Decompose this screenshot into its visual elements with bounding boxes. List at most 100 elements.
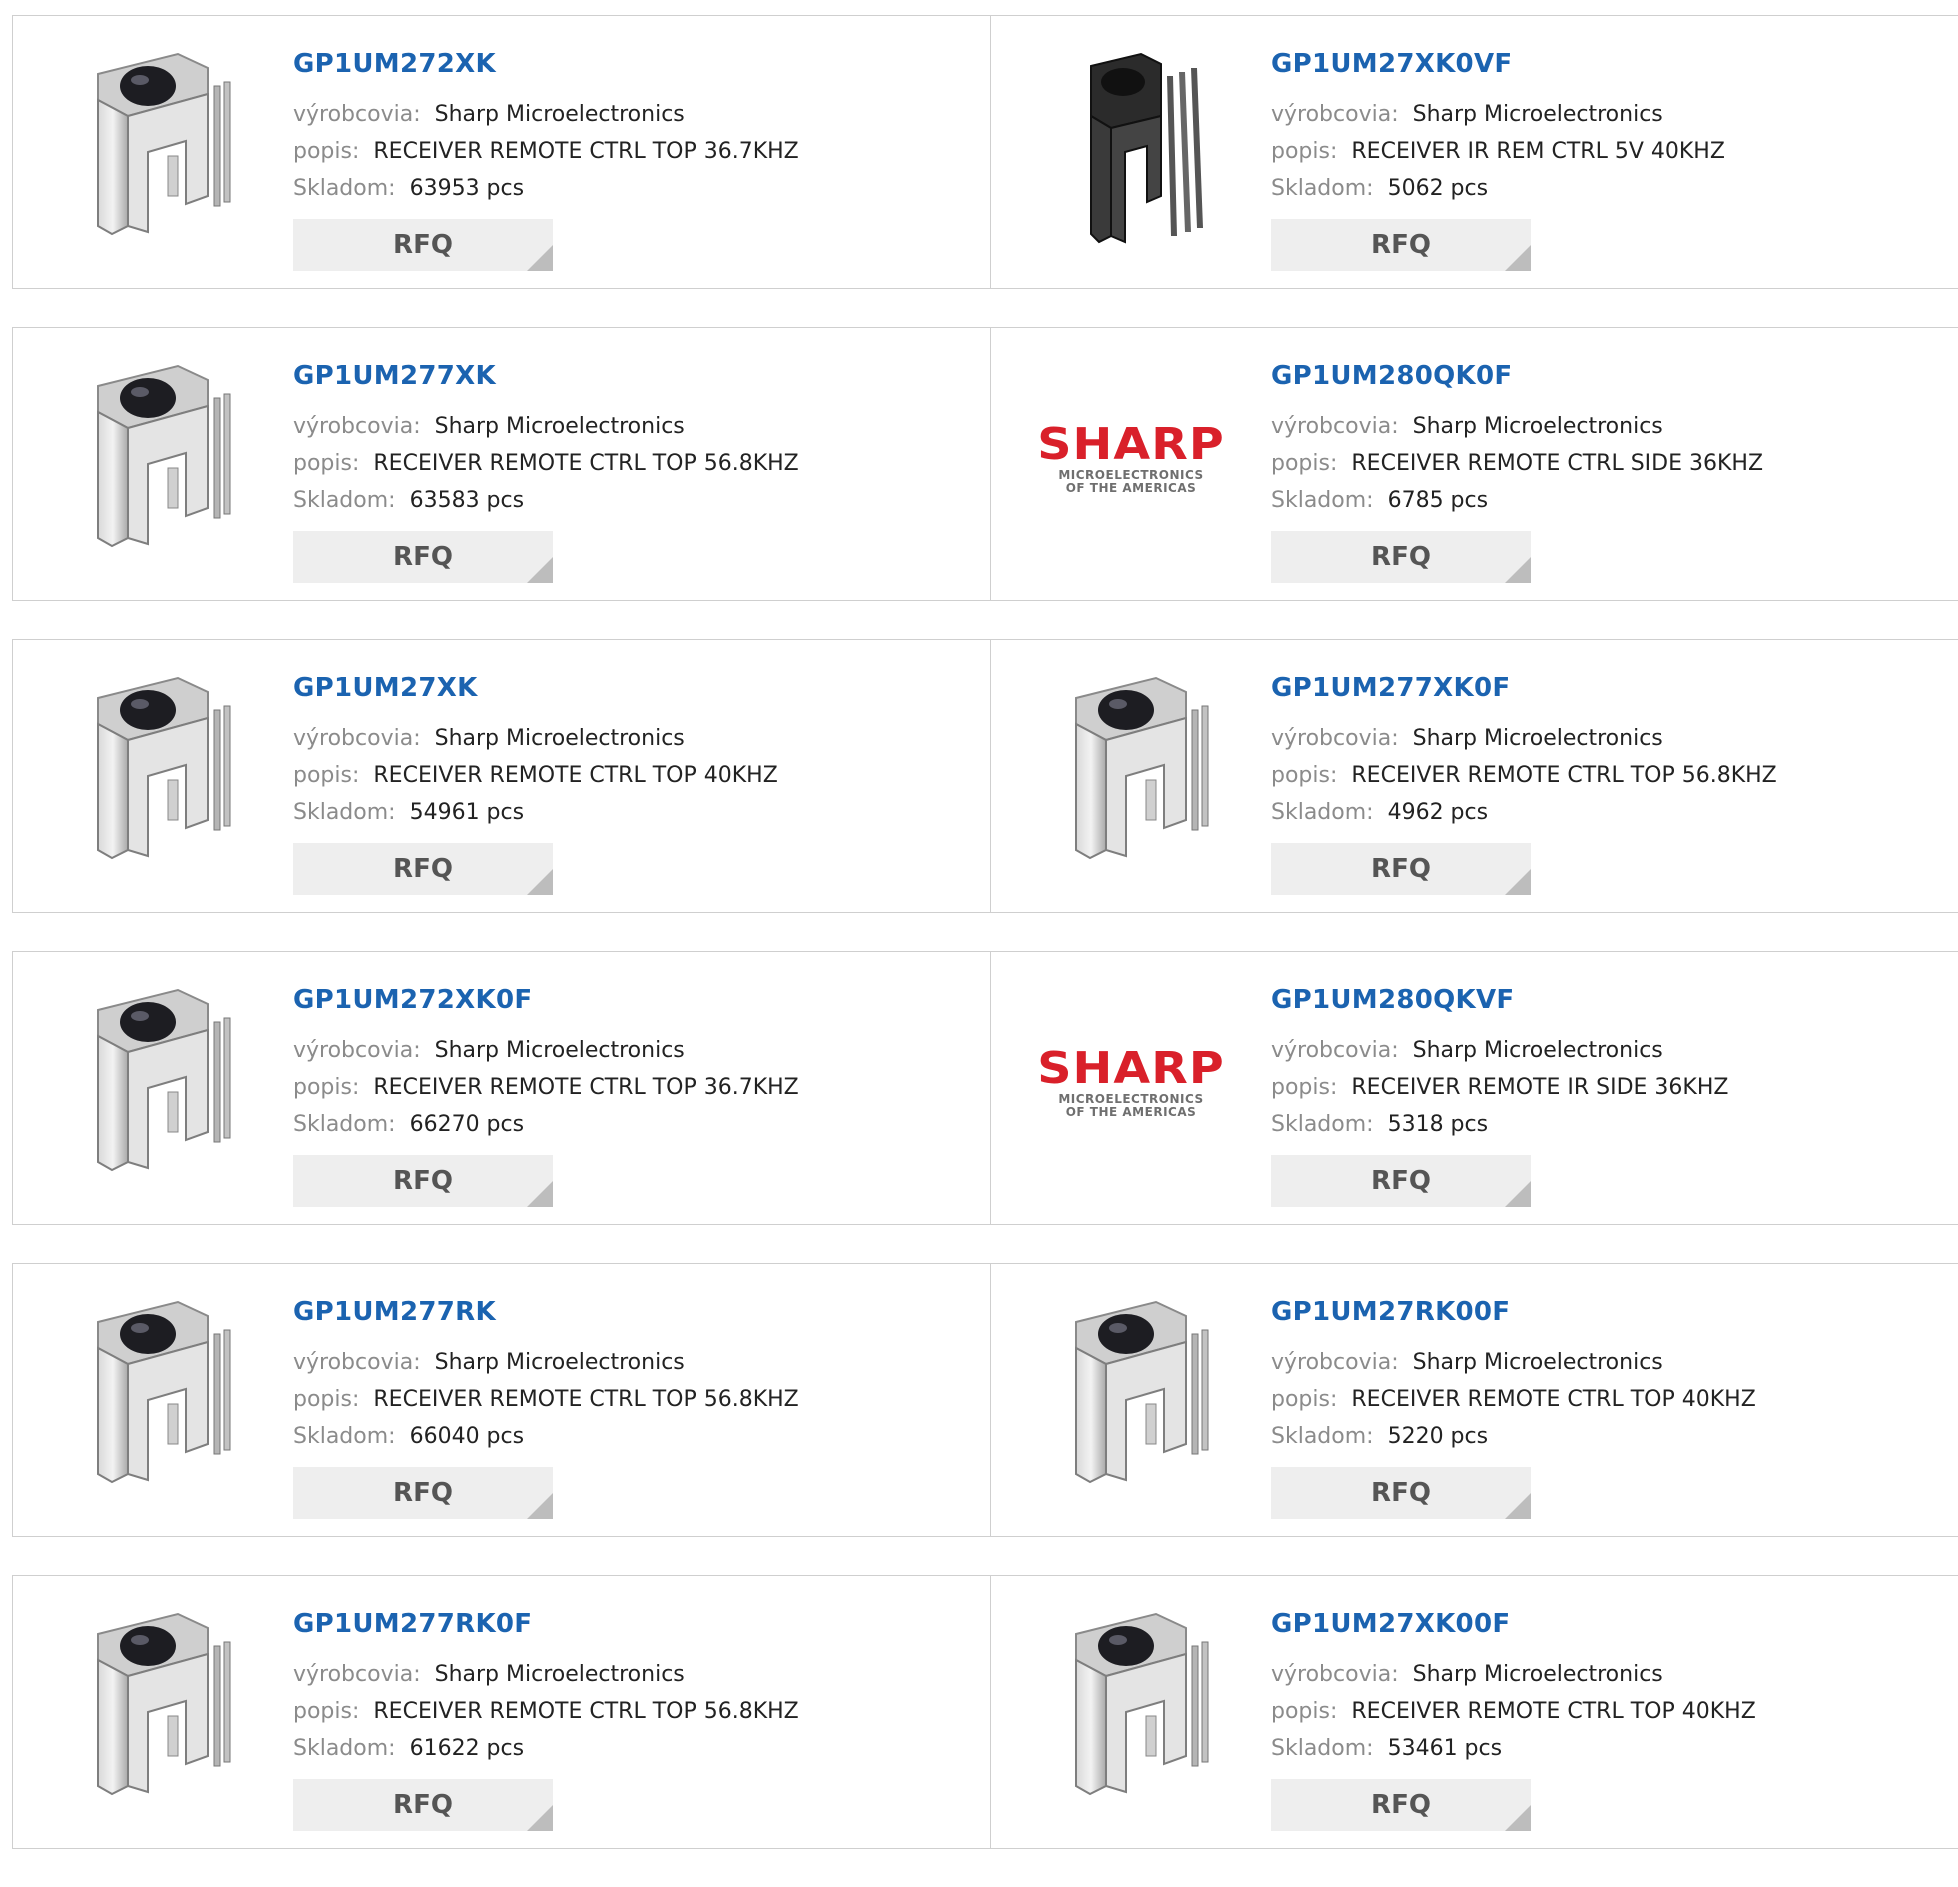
stock-row: Skladom: 5062 pcs <box>1271 170 1725 207</box>
manufacturer-value: Sharp Microelectronics <box>1412 1662 1663 1687</box>
description-label: popis: <box>1271 1075 1338 1100</box>
rfq-button[interactable]: RFQ <box>1271 1155 1531 1207</box>
product-image[interactable] <box>1031 1294 1231 1494</box>
description-label: popis: <box>293 139 360 164</box>
product-image[interactable] <box>53 1294 253 1494</box>
rfq-button[interactable]: RFQ <box>293 1779 553 1831</box>
manufacturer-row: výrobcovia: Sharp Microelectronics <box>293 1344 799 1381</box>
manufacturer-value: Sharp Microelectronics <box>1412 1038 1663 1063</box>
stock-label: Skladom: <box>293 1736 396 1761</box>
description-row: popis: RECEIVER REMOTE IR SIDE 36KHZ <box>1271 1069 1728 1106</box>
manufacturer-label: výrobcovia: <box>1271 1038 1399 1063</box>
product-title-link[interactable]: GP1UM272XK <box>293 48 799 80</box>
description-value: RECEIVER REMOTE CTRL SIDE 36KHZ <box>1351 451 1764 476</box>
product-image[interactable] <box>53 670 253 870</box>
product-row: GP1UM27XK výrobcovia: Sharp Microelectron… <box>12 639 1958 913</box>
product-row: GP1UM272XK výrobcovia: Sharp Microelectro… <box>12 15 1958 289</box>
description-label: popis: <box>293 763 360 788</box>
stock-row: Skladom: 5220 pcs <box>1271 1418 1756 1455</box>
product-info: GP1UM277XK0F výrobcovia: Sharp Microelect… <box>1271 672 1777 895</box>
sharp-logo-word: SHARP <box>1037 1043 1225 1094</box>
rfq-button[interactable]: RFQ <box>293 219 553 271</box>
stock-row: Skladom: 63583 pcs <box>293 482 799 519</box>
rfq-button[interactable]: RFQ <box>1271 1467 1531 1519</box>
product-info: GP1UM272XK0F výrobcovia: Sharp Microelect… <box>293 984 799 1207</box>
product-card: GP1UM277RK výrobcovia: Sharp Microelectro… <box>13 1264 990 1536</box>
description-label: popis: <box>1271 451 1338 476</box>
description-value: RECEIVER REMOTE CTRL TOP 56.8KHZ <box>373 451 799 476</box>
product-title-link[interactable]: GP1UM277RK <box>293 1296 799 1328</box>
ir-receiver-metal-icon <box>97 1612 231 1796</box>
stock-label: Skladom: <box>293 1112 396 1137</box>
product-row: GP1UM277XK výrobcovia: Sharp Microelectro… <box>12 327 1958 601</box>
description-label: popis: <box>1271 1699 1338 1724</box>
manufacturer-row: výrobcovia: Sharp Microelectronics <box>1271 1344 1756 1381</box>
description-value: RECEIVER IR REM CTRL 5V 40KHZ <box>1351 139 1725 164</box>
stock-label: Skladom: <box>1271 176 1374 201</box>
manufacturer-label: výrobcovia: <box>293 414 421 439</box>
rfq-button[interactable]: RFQ <box>1271 1779 1531 1831</box>
ir-receiver-metal-icon <box>97 988 231 1172</box>
rfq-button[interactable]: RFQ <box>293 1155 553 1207</box>
stock-row: Skladom: 54961 pcs <box>293 794 778 831</box>
stock-label: Skladom: <box>1271 488 1374 513</box>
product-card: GP1UM277XK0F výrobcovia: Sharp Microelect… <box>990 640 1958 912</box>
ir-receiver-black-icon <box>1090 52 1203 244</box>
product-title-link[interactable]: GP1UM27RK00F <box>1271 1296 1756 1328</box>
product-title-link[interactable]: GP1UM280QKVF <box>1271 984 1728 1016</box>
description-label: popis: <box>1271 1387 1338 1412</box>
product-title-link[interactable]: GP1UM277XK0F <box>1271 672 1777 704</box>
product-card: GP1UM27XK0VF výrobcovia: Sharp Microelect… <box>990 16 1958 288</box>
stock-label: Skladom: <box>293 488 396 513</box>
product-title-link[interactable]: GP1UM27XK <box>293 672 778 704</box>
manufacturer-row: výrobcovia: Sharp Microelectronics <box>1271 1656 1756 1693</box>
product-image[interactable] <box>53 358 253 558</box>
product-title-link[interactable]: GP1UM277RK0F <box>293 1608 799 1640</box>
product-image[interactable] <box>53 982 253 1182</box>
description-row: popis: RECEIVER REMOTE CTRL TOP 36.7KHZ <box>293 1069 799 1106</box>
stock-label: Skladom: <box>293 1424 396 1449</box>
product-info: GP1UM27XK výrobcovia: Sharp Microelectron… <box>293 672 778 895</box>
product-image[interactable] <box>1031 46 1231 246</box>
stock-value: 63583 pcs <box>409 488 525 513</box>
stock-label: Skladom: <box>1271 800 1374 825</box>
stock-value: 5062 pcs <box>1387 176 1489 201</box>
product-info: GP1UM277XK výrobcovia: Sharp Microelectro… <box>293 360 799 583</box>
rfq-button[interactable]: RFQ <box>293 843 553 895</box>
product-title-link[interactable]: GP1UM277XK <box>293 360 799 392</box>
description-row: popis: RECEIVER REMOTE CTRL TOP 36.7KHZ <box>293 133 799 170</box>
product-row: GP1UM277RK0F výrobcovia: Sharp Microelect… <box>12 1575 1958 1849</box>
product-info: GP1UM27XK0VF výrobcovia: Sharp Microelect… <box>1271 48 1725 271</box>
stock-label: Skladom: <box>1271 1424 1374 1449</box>
rfq-button[interactable]: RFQ <box>1271 219 1531 271</box>
description-value: RECEIVER REMOTE CTRL TOP 56.8KHZ <box>373 1699 799 1724</box>
manufacturer-label: výrobcovia: <box>293 1038 421 1063</box>
rfq-button[interactable]: RFQ <box>293 531 553 583</box>
product-card: GP1UM27XK00F výrobcovia: Sharp Microelect… <box>990 1576 1958 1848</box>
description-value: RECEIVER REMOTE CTRL TOP 36.7KHZ <box>373 1075 799 1100</box>
product-image[interactable]: SHARP MICROELECTRONICS OF THE AMERICAS <box>1031 358 1231 558</box>
stock-value: 66040 pcs <box>409 1424 525 1449</box>
ir-receiver-metal-icon <box>97 52 231 236</box>
product-title-link[interactable]: GP1UM280QK0F <box>1271 360 1763 392</box>
rfq-button[interactable]: RFQ <box>293 1467 553 1519</box>
product-image[interactable] <box>53 46 253 246</box>
manufacturer-value: Sharp Microelectronics <box>434 414 685 439</box>
stock-row: Skladom: 63953 pcs <box>293 170 799 207</box>
product-title-link[interactable]: GP1UM27XK0VF <box>1271 48 1725 80</box>
product-title-link[interactable]: GP1UM272XK0F <box>293 984 799 1016</box>
stock-value: 5318 pcs <box>1387 1112 1489 1137</box>
product-image[interactable] <box>1031 1606 1231 1806</box>
product-image[interactable] <box>1031 670 1231 870</box>
manufacturer-row: výrobcovia: Sharp Microelectronics <box>293 96 799 133</box>
product-image[interactable] <box>53 1606 253 1806</box>
stock-value: 5220 pcs <box>1387 1424 1489 1449</box>
description-value: RECEIVER REMOTE CTRL TOP 56.8KHZ <box>1351 763 1777 788</box>
product-title-link[interactable]: GP1UM27XK00F <box>1271 1608 1756 1640</box>
rfq-button[interactable]: RFQ <box>1271 843 1531 895</box>
product-image[interactable]: SHARP MICROELECTRONICS OF THE AMERICAS <box>1031 982 1231 1182</box>
rfq-button[interactable]: RFQ <box>1271 531 1531 583</box>
manufacturer-label: výrobcovia: <box>293 726 421 751</box>
manufacturer-row: výrobcovia: Sharp Microelectronics <box>1271 720 1777 757</box>
description-row: popis: RECEIVER REMOTE CTRL TOP 56.8KHZ <box>293 445 799 482</box>
